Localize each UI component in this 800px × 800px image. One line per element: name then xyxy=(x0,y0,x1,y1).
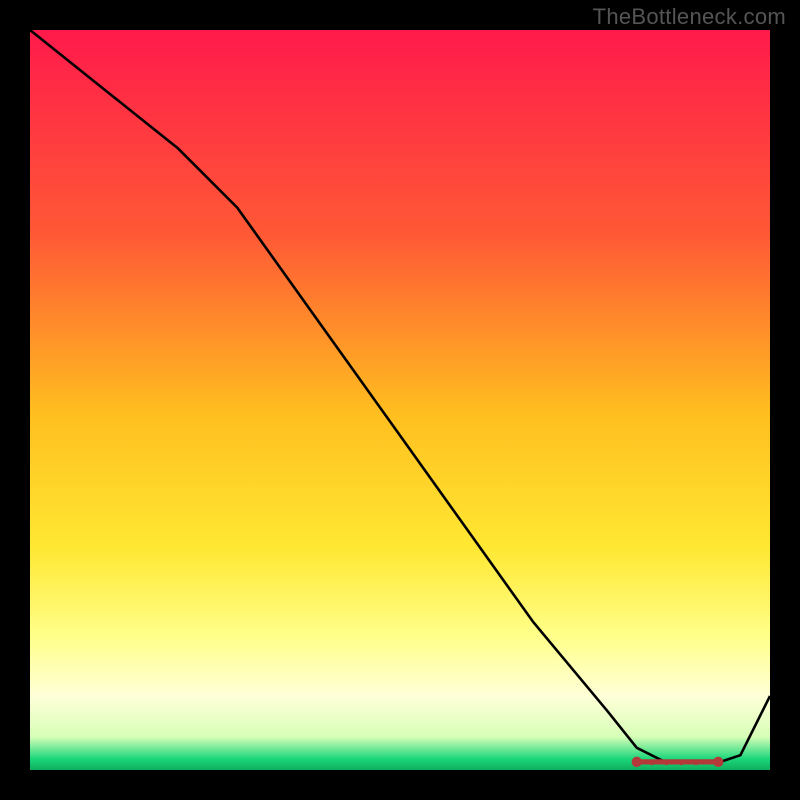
plot-area xyxy=(30,30,770,770)
watermark-text: TheBottleneck.com xyxy=(593,4,786,30)
marker-dot xyxy=(713,757,723,767)
marker-dot xyxy=(679,760,684,765)
marker-bar xyxy=(637,759,718,764)
bottleneck-curve xyxy=(30,30,770,763)
sweet-spot-markers xyxy=(632,757,724,767)
marker-dot xyxy=(632,757,642,767)
chart-stage: TheBottleneck.com xyxy=(0,0,800,800)
marker-dot xyxy=(664,760,669,765)
curve-layer xyxy=(30,30,770,770)
marker-dot xyxy=(708,759,713,764)
marker-dot xyxy=(693,760,698,765)
marker-dot xyxy=(649,760,654,765)
